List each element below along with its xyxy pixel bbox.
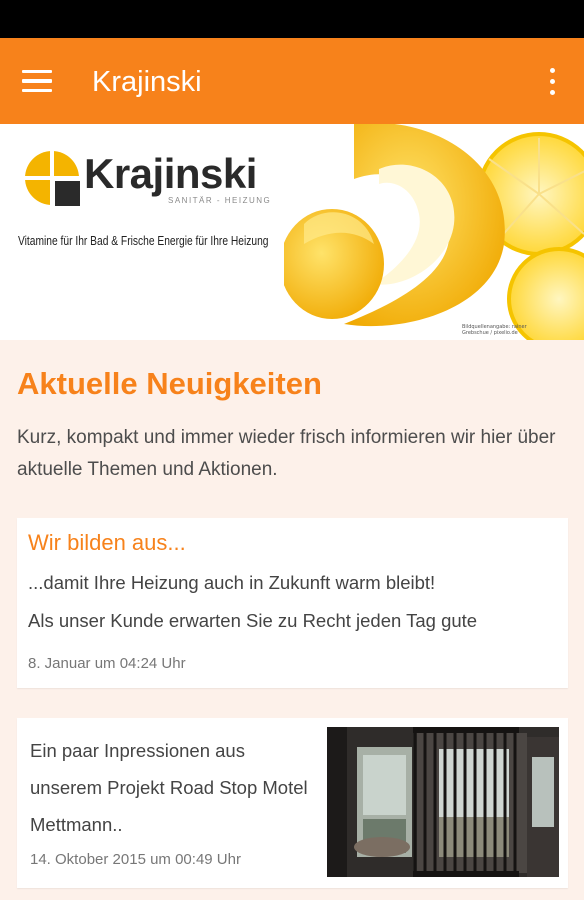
krajinski-logo-icon [24, 150, 80, 206]
news-card[interactable]: Ein paar Inpressionen aus unserem Projek… [17, 718, 568, 888]
photo-credit: Bildquellenangabe: rainer Grebschue / pi… [462, 324, 527, 336]
header-banner: Krajinski SANITÄR - HEIZUNG Vitamine für… [0, 124, 584, 340]
news-card-text: Als unser Kunde erwarten Sie zu Recht je… [28, 610, 478, 631]
more-vertical-icon[interactable] [540, 64, 564, 98]
news-card-thumbnail [327, 727, 559, 877]
logo-subtitle: SANITÄR - HEIZUNG [168, 196, 272, 205]
app-title: Krajinski [92, 66, 202, 98]
banner-tagline: Vitamine für Ihr Bad & Frische Energie f… [18, 234, 269, 248]
news-card-text: ...damit Ihre Heizung auch in Zukunft wa… [28, 572, 436, 593]
hamburger-menu-icon[interactable] [22, 60, 64, 102]
news-card-text: Ein paar Inpressionen aus unserem Projek… [30, 740, 308, 835]
news-card-title: Wir bilden aus... [28, 530, 186, 555]
news-card[interactable]: Wir bilden aus... ...damit Ihre Heizung … [17, 518, 568, 688]
app-bar: Krajinski [0, 38, 584, 124]
news-card-date: 14. Oktober 2015 um 00:49 Uhr [30, 851, 241, 868]
section-intro: Kurz, kompakt und immer wieder frisch in… [17, 427, 556, 480]
section-title: Aktuelle Neuigkeiten [17, 366, 322, 401]
logo-wordmark: Krajinski [84, 150, 257, 197]
news-card-date: 8. Januar um 04:24 Uhr [28, 655, 186, 672]
status-bar [0, 0, 584, 38]
motel-room-photo [327, 727, 559, 877]
lemon-image [284, 124, 584, 340]
